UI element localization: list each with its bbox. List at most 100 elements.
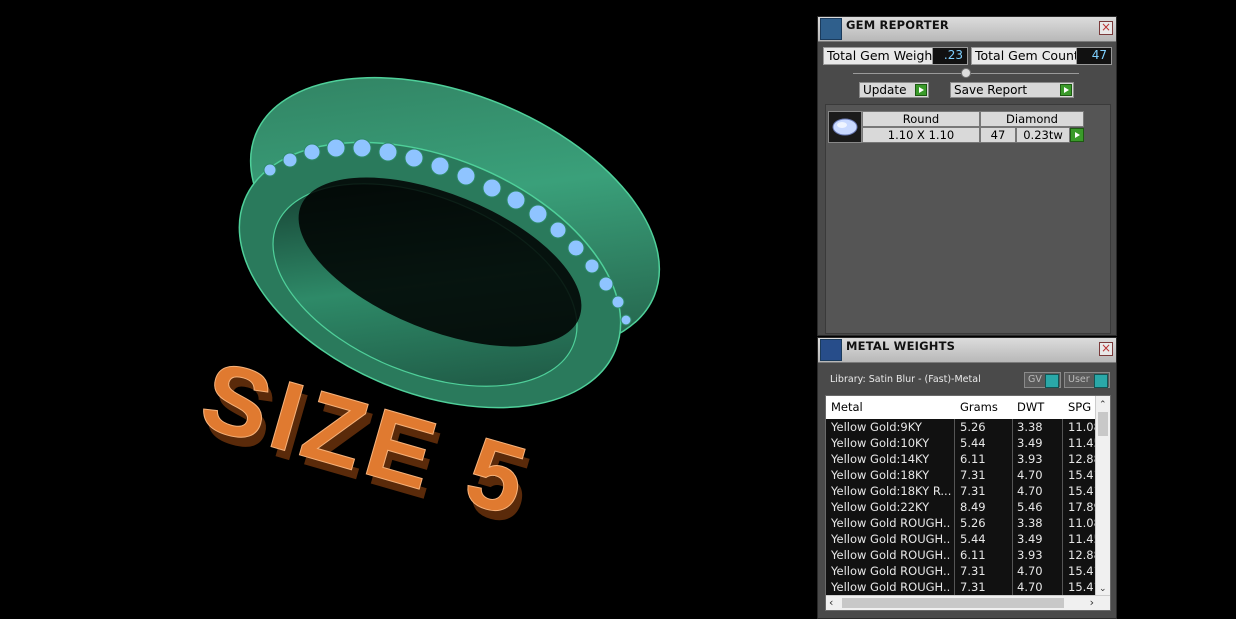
column-divider bbox=[1062, 515, 1063, 531]
table-row[interactable]: Yellow Gold:22KY 8.49 5.46 17.89 bbox=[826, 499, 1102, 515]
cell-dwt: 3.49 bbox=[1017, 532, 1043, 546]
cell-grams: 7.31 bbox=[960, 484, 986, 498]
column-divider bbox=[954, 451, 955, 467]
gem-details-button[interactable] bbox=[1070, 128, 1084, 142]
column-divider bbox=[1012, 579, 1013, 595]
cell-metal: Yellow Gold ROUGH... bbox=[831, 580, 951, 594]
cell-grams: 8.49 bbox=[960, 500, 986, 514]
panel-title: GEM REPORTER bbox=[846, 18, 949, 32]
cell-dwt: 3.93 bbox=[1017, 452, 1043, 466]
cell-grams: 7.31 bbox=[960, 580, 986, 594]
column-divider bbox=[1062, 547, 1063, 563]
close-icon[interactable]: × bbox=[1099, 21, 1113, 35]
cell-metal: Yellow Gold:14KY bbox=[831, 452, 930, 466]
scroll-left-icon[interactable]: ‹ bbox=[829, 596, 833, 609]
cell-dwt: 4.70 bbox=[1017, 564, 1043, 578]
column-divider bbox=[1062, 435, 1063, 451]
metal-weights-table: Metal Grams DWT SPG Yellow Gold:9KY 5.26 3… bbox=[825, 395, 1111, 611]
cell-metal: Yellow Gold:22KY bbox=[831, 500, 930, 514]
cell-grams: 5.44 bbox=[960, 436, 986, 450]
cell-dwt: 3.38 bbox=[1017, 420, 1043, 434]
column-divider bbox=[1062, 451, 1063, 467]
table-row[interactable]: Yellow Gold ROUGH... 7.31 4.70 15.41 bbox=[826, 579, 1102, 595]
column-header-dwt[interactable]: DWT bbox=[1017, 400, 1044, 414]
3d-viewport[interactable]: SIZE 5 SIZE 5 bbox=[0, 0, 815, 619]
column-divider bbox=[1012, 419, 1013, 435]
gem-list-item[interactable]: Round Diamond 1.10 X 1.10 47 0.23tw bbox=[827, 110, 1087, 144]
user-toggle-label: User bbox=[1068, 374, 1090, 385]
cell-dwt: 5.46 bbox=[1017, 500, 1043, 514]
cell-metal: Yellow Gold:18KY bbox=[831, 468, 930, 482]
cell-dwt: 4.70 bbox=[1017, 580, 1043, 594]
column-header-grams[interactable]: Grams bbox=[960, 400, 998, 414]
table-row[interactable]: Yellow Gold ROUGH... 7.31 4.70 15.41 bbox=[826, 563, 1102, 579]
metal-weights-app-icon bbox=[820, 339, 842, 361]
gem-shape: Round bbox=[862, 111, 980, 127]
cell-dwt: 4.70 bbox=[1017, 468, 1043, 482]
slider-handle[interactable] bbox=[961, 68, 971, 78]
scroll-down-icon[interactable]: ⌄ bbox=[1099, 584, 1107, 594]
total-gem-count-value: 47 bbox=[1076, 47, 1112, 65]
column-divider bbox=[1012, 483, 1013, 499]
table-row[interactable]: Yellow Gold:18KY R... 7.31 4.70 15.41 bbox=[826, 483, 1102, 499]
column-divider bbox=[954, 419, 955, 435]
scroll-right-icon[interactable]: › bbox=[1090, 596, 1094, 609]
gem-reporter-app-icon bbox=[820, 18, 842, 40]
table-header: Metal Grams DWT SPG bbox=[826, 396, 1102, 418]
save-report-button-label: Save Report bbox=[954, 83, 1028, 97]
column-divider bbox=[1012, 435, 1013, 451]
save-report-button[interactable]: Save Report bbox=[950, 82, 1074, 98]
column-divider bbox=[1012, 499, 1013, 515]
vertical-scrollbar[interactable]: ⌃ ⌄ bbox=[1095, 396, 1110, 596]
metal-weights-panel: METAL WEIGHTS × Library: Satin Blur - (F… bbox=[817, 337, 1117, 619]
total-gem-weight-label: Total Gem Weight bbox=[823, 47, 937, 65]
column-divider bbox=[1012, 451, 1013, 467]
panel-title: METAL WEIGHTS bbox=[846, 339, 956, 353]
column-divider bbox=[1062, 531, 1063, 547]
column-divider bbox=[1012, 531, 1013, 547]
ring-model: SIZE 5 SIZE 5 bbox=[190, 76, 661, 547]
column-divider bbox=[954, 531, 955, 547]
column-divider bbox=[954, 547, 955, 563]
cell-dwt: 3.49 bbox=[1017, 436, 1043, 450]
update-button-label: Update bbox=[863, 83, 907, 97]
column-header-spg[interactable]: SPG bbox=[1068, 400, 1091, 414]
cell-metal: Yellow Gold ROUGH... bbox=[831, 516, 951, 530]
cell-dwt: 3.93 bbox=[1017, 548, 1043, 562]
round-diamond-thumbnail-icon bbox=[828, 111, 862, 143]
user-toggle[interactable]: User bbox=[1064, 372, 1110, 388]
column-divider bbox=[954, 579, 955, 595]
table-row[interactable]: Yellow Gold:18KY 7.31 4.70 15.41 bbox=[826, 467, 1102, 483]
column-divider bbox=[954, 515, 955, 531]
scroll-thumb[interactable] bbox=[1098, 412, 1108, 436]
gem-reporter-titlebar[interactable]: GEM REPORTER × bbox=[818, 17, 1116, 42]
gv-toggle[interactable]: GV bbox=[1024, 372, 1061, 388]
table-row[interactable]: Yellow Gold:14KY 6.11 3.93 12.88 bbox=[826, 451, 1102, 467]
metal-weights-titlebar[interactable]: METAL WEIGHTS × bbox=[818, 338, 1116, 363]
table-row[interactable]: Yellow Gold ROUGH... 5.44 3.49 11.45 bbox=[826, 531, 1102, 547]
horizontal-scrollbar[interactable]: ‹ › bbox=[826, 595, 1110, 610]
play-icon bbox=[1075, 132, 1080, 138]
scroll-up-icon[interactable]: ⌃ bbox=[1099, 400, 1107, 410]
column-divider bbox=[954, 499, 955, 515]
total-gem-weight-value: .23 bbox=[932, 47, 968, 65]
table-row[interactable]: Yellow Gold:9KY 5.26 3.38 11.08 bbox=[826, 419, 1102, 435]
library-label: Library: Satin Blur - (Fast)-Metal bbox=[830, 374, 981, 385]
cell-grams: 7.31 bbox=[960, 468, 986, 482]
table-row[interactable]: Yellow Gold:10KY 5.44 3.49 11.45 bbox=[826, 435, 1102, 451]
cell-dwt: 3.38 bbox=[1017, 516, 1043, 530]
cell-metal: Yellow Gold ROUGH... bbox=[831, 564, 951, 578]
column-divider bbox=[1062, 419, 1063, 435]
scroll-thumb[interactable] bbox=[842, 598, 1064, 608]
cell-grams: 7.31 bbox=[960, 564, 986, 578]
table-row[interactable]: Yellow Gold ROUGH... 5.26 3.38 11.08 bbox=[826, 515, 1102, 531]
table-row[interactable]: Yellow Gold ROUGH... 6.11 3.93 12.88 bbox=[826, 547, 1102, 563]
column-divider bbox=[1012, 467, 1013, 483]
close-icon[interactable]: × bbox=[1099, 342, 1113, 356]
cell-metal: Yellow Gold:9KY bbox=[831, 420, 922, 434]
column-header-metal[interactable]: Metal bbox=[831, 400, 863, 414]
gem-size: 1.10 X 1.10 bbox=[862, 127, 980, 143]
update-button[interactable]: Update bbox=[859, 82, 929, 98]
play-icon bbox=[1060, 84, 1072, 96]
column-divider bbox=[954, 563, 955, 579]
